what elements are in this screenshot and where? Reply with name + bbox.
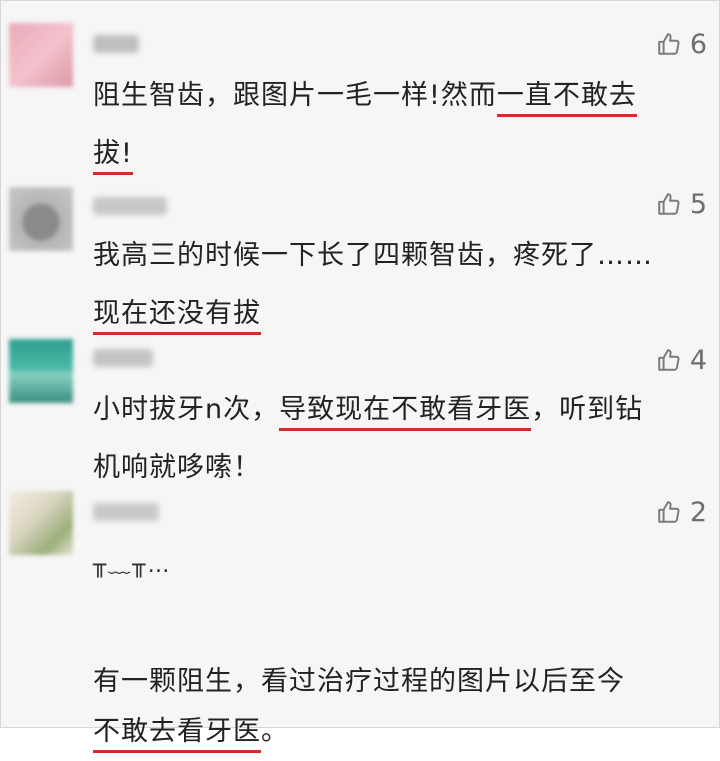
like-count: 2 (689, 496, 707, 528)
text-segment: 阻生智齿，跟图片一毛一样!然而 (93, 80, 497, 111)
like-count: 6 (689, 28, 707, 60)
avatar[interactable] (9, 339, 73, 403)
comment-line: 阻生智齿，跟图片一毛一样!然而一直不敢去 (93, 67, 701, 125)
thumbs-up-icon (656, 347, 682, 373)
comment-line: 小时拔牙n次，导致现在不敢看牙医，听到钻 (93, 381, 701, 439)
comment-line (93, 595, 701, 653)
underlined-text: 拔! (93, 138, 133, 175)
comment-panel: 6 阻生智齿，跟图片一毛一样!然而一直不敢去 拔! 5 我高三的时候一下长了四颗… (0, 0, 720, 753)
user-name[interactable] (93, 349, 153, 367)
user-name[interactable] (93, 197, 167, 215)
like-button[interactable]: 4 (656, 343, 707, 377)
thumbs-up-icon (656, 31, 682, 57)
comment-text: 小时拔牙n次，导致现在不敢看牙医，听到钻 机响就哆嗦！ (93, 381, 701, 497)
underlined-text: 不敢去看牙医 (93, 716, 261, 753)
underlined-text: 现在还没有拔 (93, 298, 261, 335)
underlined-text: 一直不敢去 (496, 80, 637, 117)
text-segment: 机响就哆嗦！ (93, 452, 261, 483)
like-count: 5 (689, 188, 707, 220)
like-button[interactable]: 6 (656, 27, 707, 61)
text-segment: 有一颗阻生，看过治疗过程的图片以后至今 (93, 666, 625, 697)
text-segment: 我高三的时候一下长了四颗智齿，疼死了…… (93, 240, 653, 271)
comment-line: 机响就哆嗦！ (93, 439, 701, 497)
avatar[interactable] (9, 23, 73, 87)
text-segment: ，听到钻 (531, 394, 644, 425)
text-segment: 小时拔牙n次， (93, 394, 280, 425)
like-button[interactable]: 2 (656, 495, 707, 529)
thumbs-up-icon (656, 191, 682, 217)
like-count: 4 (689, 344, 707, 376)
user-name[interactable] (93, 35, 139, 53)
avatar[interactable] (9, 491, 73, 555)
underlined-text: 导致现在不敢看牙医 (279, 394, 532, 431)
like-button[interactable]: 5 (656, 187, 707, 221)
comment-text: 阻生智齿，跟图片一毛一样!然而一直不敢去 拔! (93, 67, 701, 183)
text-segment: 。 (261, 716, 289, 747)
comment-line: ╥﹏╥… (93, 537, 701, 595)
comment-line: 不敢去看牙医。 (93, 703, 701, 761)
comment-text: 我高三的时候一下长了四颗智齿，疼死了…… 现在还没有拔 (93, 227, 701, 343)
thumbs-up-icon (656, 499, 682, 525)
emoticon-text: ╥﹏╥… (93, 553, 172, 578)
comment-line: 拔! (93, 125, 701, 183)
comment-line: 我高三的时候一下长了四颗智齿，疼死了…… (93, 227, 701, 285)
user-name[interactable] (93, 503, 159, 521)
avatar[interactable] (9, 187, 73, 251)
comment-line: 现在还没有拔 (93, 285, 701, 343)
comment-text: ╥﹏╥… 有一颗阻生，看过治疗过程的图片以后至今 不敢去看牙医。 (93, 537, 701, 761)
